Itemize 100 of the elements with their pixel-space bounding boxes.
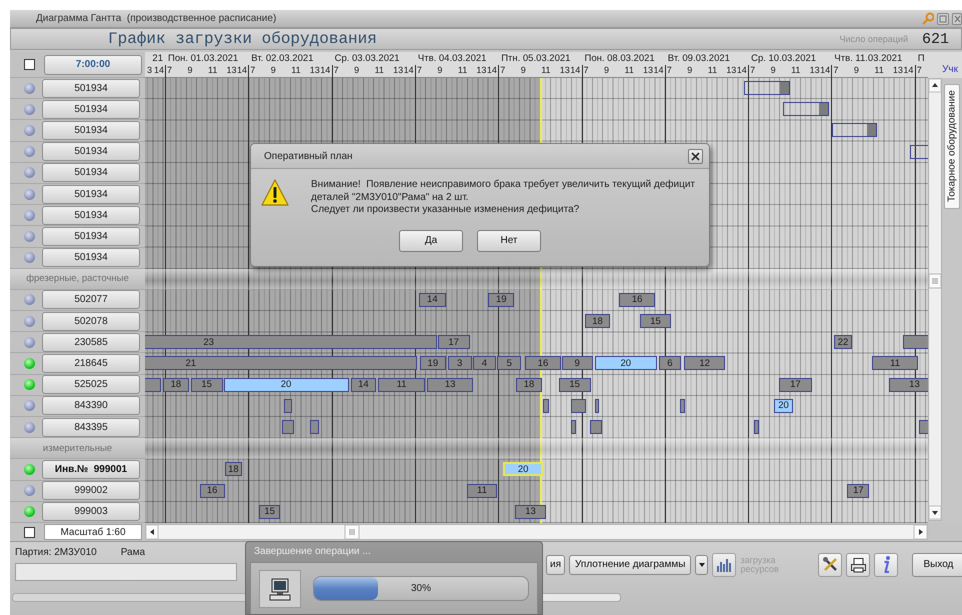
task-bar[interactable]: 11	[466, 484, 498, 498]
machine-button[interactable]: 501934	[42, 206, 140, 225]
task-bar[interactable]: 21	[145, 356, 417, 370]
task-bar[interactable]: 5	[497, 356, 522, 370]
task-bar[interactable]: 17	[438, 335, 470, 350]
task-bar[interactable]: 20	[594, 356, 658, 370]
task-bar[interactable]: 23	[145, 335, 437, 350]
task-bar[interactable]: 11	[872, 356, 918, 370]
maximize-button[interactable]	[937, 12, 949, 24]
task-bar[interactable]: 20	[224, 378, 348, 392]
task-bar[interactable]: 13	[426, 378, 474, 392]
task-bar[interactable]: 13	[889, 378, 928, 392]
machine-button[interactable]: 501934	[42, 163, 140, 182]
machine-button[interactable]: 502078	[42, 312, 140, 331]
machine-button[interactable]: 501934	[42, 120, 140, 140]
dialog-button[interactable]: Да	[399, 230, 463, 252]
task-bar[interactable]: 15	[190, 378, 223, 392]
machine-button[interactable]: 502077	[42, 290, 140, 310]
day-label: Ср. 03.03.2021	[334, 53, 400, 64]
task-bar[interactable]: 9	[562, 356, 593, 370]
hour-label: 11	[874, 65, 884, 75]
hour-label: 7	[666, 65, 672, 75]
select-all-checkbox[interactable]	[24, 59, 35, 70]
task-bar[interactable]: 18	[163, 378, 189, 392]
task-bar[interactable]: 18	[516, 378, 542, 392]
horizontal-scrollbar[interactable]	[145, 524, 928, 540]
task-bar[interactable]: 15	[259, 504, 280, 519]
toolbar-button[interactable]: ия	[546, 554, 566, 574]
task-bar[interactable]: 17	[779, 378, 812, 392]
task-bar[interactable]: 4	[472, 356, 496, 370]
task-bar[interactable]: 19	[488, 292, 514, 307]
tools-button[interactable]	[818, 552, 842, 576]
task-bar[interactable]: 12	[684, 356, 726, 370]
machine-button[interactable]: 999003	[42, 502, 140, 522]
machine-button[interactable]: 501934	[42, 100, 140, 119]
hour-label: 14	[404, 65, 414, 75]
hour-label: 9	[604, 65, 610, 75]
hour-label: 7	[334, 65, 339, 75]
task-bar[interactable]	[783, 102, 829, 116]
task-bar[interactable]	[590, 420, 602, 434]
scale-field[interactable]: Масштаб 1:60	[44, 524, 142, 540]
dialog-button[interactable]: Нет	[477, 230, 541, 252]
task-bar[interactable]: 16	[525, 356, 561, 370]
hour-label: 7	[416, 65, 422, 75]
task-bar[interactable]: 15	[640, 314, 671, 328]
task-bar[interactable]: 17	[847, 484, 870, 498]
task-bar[interactable]	[594, 398, 600, 413]
hour-label: 9	[437, 65, 442, 75]
close-button[interactable]	[688, 148, 703, 164]
task-bar[interactable]	[570, 420, 576, 434]
group-label: фрезерные, расточные	[26, 273, 129, 284]
machine-button[interactable]: 843390	[42, 396, 140, 416]
task-bar[interactable]	[903, 335, 928, 350]
task-bar[interactable]: 22	[834, 335, 852, 350]
task-bar[interactable]	[832, 123, 878, 138]
batch-field[interactable]	[15, 563, 237, 581]
compact-button[interactable]: Уплотнение диаграммы	[569, 554, 692, 574]
hour-label: 13	[810, 65, 820, 75]
task-bar[interactable]: 18	[224, 462, 242, 476]
vertical-scrollbar[interactable]	[928, 78, 942, 521]
task-bar[interactable]: 3	[448, 356, 472, 370]
machine-button[interactable]: 501934	[42, 184, 140, 204]
side-tab[interactable]: Токарное оборудование	[944, 84, 960, 209]
exit-button[interactable]: Выход	[912, 552, 962, 576]
machine-button[interactable]: Инв.№ 999001	[42, 460, 140, 479]
message-text: Внимание! Появление неисправимого брака требует увеличить текущий дефицит	[311, 179, 695, 192]
task-bar[interactable]: 11	[378, 378, 425, 392]
start-time-button[interactable]: 7:00:00	[44, 54, 142, 74]
task-bar[interactable]: 20	[503, 462, 543, 476]
scale-checkbox[interactable]	[24, 526, 35, 538]
computer-icon	[268, 576, 292, 600]
task-bar[interactable]: 15	[558, 378, 591, 392]
task-bar[interactable]	[744, 81, 790, 95]
task-bar[interactable]: 19	[420, 356, 446, 370]
machine-button[interactable]: 230585	[42, 332, 140, 352]
machine-button[interactable]: 525025	[42, 375, 140, 394]
machine-button[interactable]: 501934	[42, 226, 140, 246]
machine-button[interactable]: 501934	[42, 248, 140, 268]
task-bar[interactable]	[680, 398, 685, 413]
task-bar[interactable]: 6	[659, 356, 681, 370]
day-label: Чтв. 04.03.2021	[418, 53, 486, 64]
day-label: Пон. 01.03.2021	[168, 53, 238, 64]
task-bar[interactable]: 20	[774, 398, 793, 413]
info-button[interactable]	[874, 552, 898, 576]
dialog-title: Оперативный план	[264, 150, 354, 162]
dropdown-button[interactable]	[695, 554, 708, 574]
warning-icon	[261, 179, 289, 207]
hour-label: 7	[584, 65, 589, 75]
task-bar[interactable]: 16	[619, 292, 656, 307]
machine-button[interactable]: 218645	[42, 354, 140, 374]
machine-button[interactable]: 999002	[42, 481, 140, 500]
hour-label: 13	[560, 65, 570, 75]
machine-button[interactable]: 501934	[42, 142, 140, 162]
window-title: Диаграмма Гантта (производственное расписание)	[36, 13, 278, 24]
task-bar[interactable]: 18	[584, 314, 610, 328]
print-button[interactable]	[846, 552, 870, 576]
task-bar[interactable]: 13	[515, 504, 546, 519]
hour-label: 13	[393, 65, 404, 75]
machine-button[interactable]: 501934	[42, 78, 140, 98]
machine-button[interactable]: 843395	[42, 418, 140, 437]
